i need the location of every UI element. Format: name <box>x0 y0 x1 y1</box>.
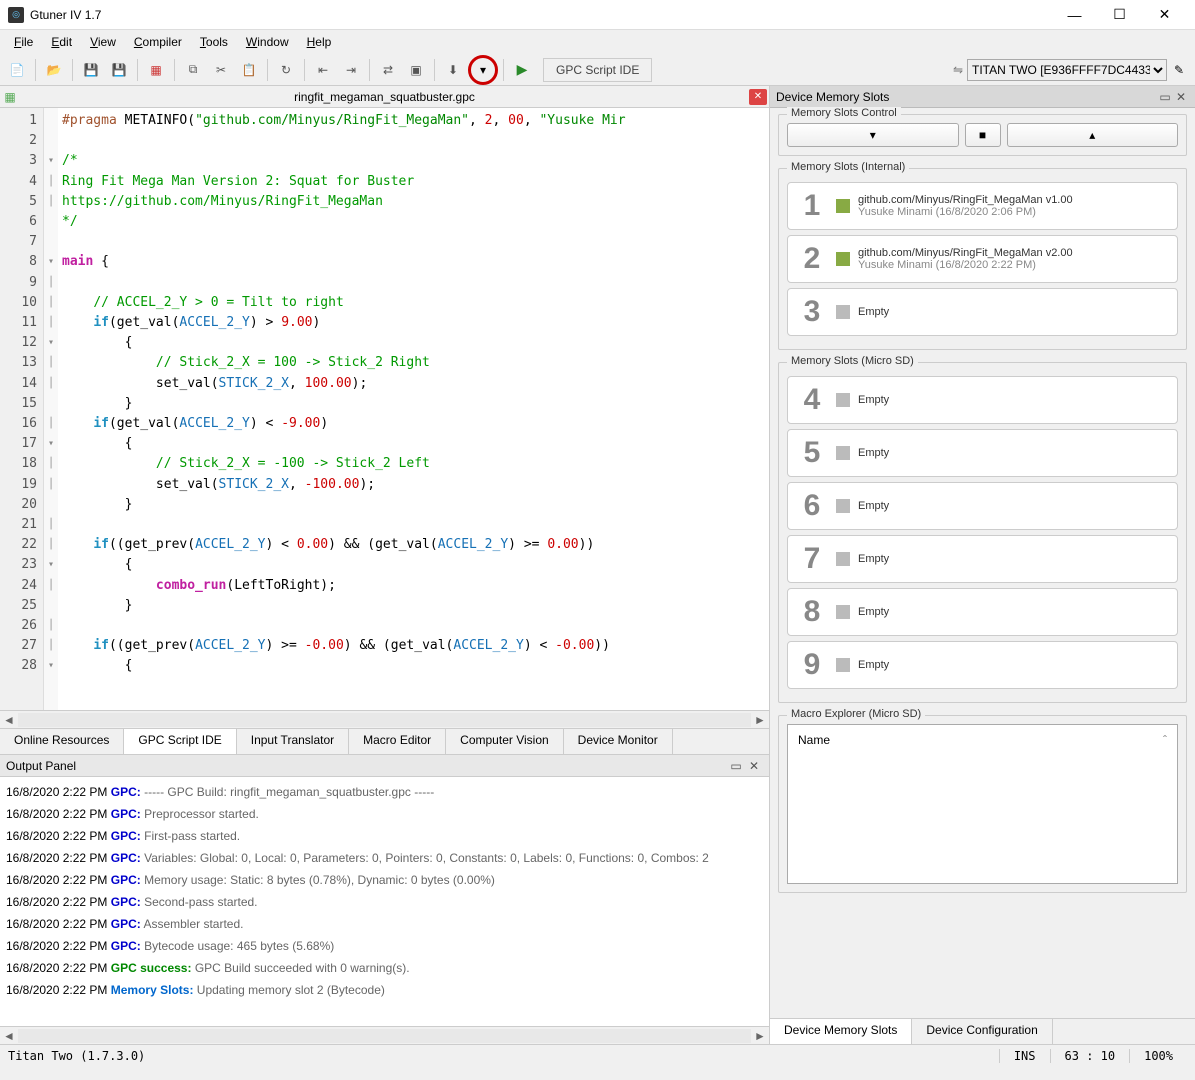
right-panel-title: Device Memory Slots <box>776 90 889 104</box>
output-panel-header: Output Panel ▭ ✕ <box>0 754 769 776</box>
right-panel-header: Device Memory Slots ▭ ✕ <box>770 86 1195 108</box>
chip-icon <box>836 658 850 672</box>
panel-close-icon[interactable]: ✕ <box>1173 90 1189 104</box>
panel-float-icon[interactable]: ▭ <box>1157 90 1173 104</box>
macro-name-column[interactable]: Name <box>798 733 830 747</box>
tab-device monitor[interactable]: Device Monitor <box>564 729 673 754</box>
outdent-icon[interactable]: ⇤ <box>310 57 336 83</box>
statusbar: Titan Two (1.7.3.0) INS 63 : 10 100% <box>0 1044 1195 1066</box>
menubar: File Edit View Compiler Tools Window Hel… <box>0 30 1195 54</box>
tab-computer vision[interactable]: Computer Vision <box>446 729 564 754</box>
status-cursor-pos: 63 : 10 <box>1050 1049 1130 1063</box>
cut-icon[interactable]: ✂ <box>208 57 234 83</box>
close-button[interactable]: ✕ <box>1142 1 1187 29</box>
slot-next-button[interactable]: ▴ <box>1007 123 1179 147</box>
memory-slot-5[interactable]: 5 Empty <box>787 429 1178 477</box>
memory-slot-4[interactable]: 4 Empty <box>787 376 1178 424</box>
scroll-right-icon[interactable]: ► <box>751 713 769 727</box>
install-to-device-button[interactable]: ▾ <box>468 55 498 85</box>
save-all-icon[interactable]: 💾 <box>106 57 132 83</box>
device-edit-icon[interactable]: ✎ <box>1167 58 1191 82</box>
new-file-icon[interactable]: 📄 <box>4 57 30 83</box>
memory-slot-1[interactable]: 1 github.com/Minyus/RingFit_MegaMan v1.0… <box>787 182 1178 230</box>
menu-file[interactable]: File <box>6 33 41 51</box>
chip-icon <box>836 605 850 619</box>
block-icon[interactable]: ▣ <box>403 57 429 83</box>
output-float-icon[interactable]: ▭ <box>727 759 745 773</box>
output-hscroll[interactable]: ◄► <box>0 1026 769 1044</box>
memory-slot-6[interactable]: 6 Empty <box>787 482 1178 530</box>
macro-list[interactable]: Name ˆ <box>787 724 1178 884</box>
rtab-device memory slots[interactable]: Device Memory Slots <box>770 1019 912 1044</box>
window-title: Gtuner IV 1.7 <box>30 8 1052 22</box>
tab-online resources[interactable]: Online Resources <box>0 729 124 754</box>
editor-filename: ringfit_megaman_squatbuster.gpc <box>20 90 749 104</box>
device-select[interactable]: TITAN TWO [E936FFFF7DC443355 <box>967 59 1167 81</box>
sort-icon[interactable]: ˆ <box>1163 733 1167 747</box>
right-tabs: Device Memory SlotsDevice Configuration <box>770 1018 1195 1044</box>
fold-column[interactable]: ▾││ ▾│││▾││ │▾││ ││▾│ ││▾ <box>44 108 58 710</box>
tab-input translator[interactable]: Input Translator <box>237 729 349 754</box>
app-icon: ◎ <box>8 7 24 23</box>
run-button[interactable]: ▶ <box>509 57 535 83</box>
memory-slot-8[interactable]: 8 Empty <box>787 588 1178 636</box>
menu-edit[interactable]: Edit <box>43 33 80 51</box>
editor-tab: ▦ ringfit_megaman_squatbuster.gpc ✕ <box>0 86 769 108</box>
code-editor[interactable]: 1234567891011121314151617181920212223242… <box>0 108 769 710</box>
tab-macro editor[interactable]: Macro Editor <box>349 729 446 754</box>
paste-icon[interactable]: 📋 <box>236 57 262 83</box>
code-area[interactable]: #pragma METAINFO("github.com/Minyus/Ring… <box>58 108 769 710</box>
save-icon[interactable]: 💾 <box>78 57 104 83</box>
memory-slots-internal: Memory Slots (Internal) 1 github.com/Min… <box>778 168 1187 350</box>
redo-icon[interactable]: ↻ <box>273 57 299 83</box>
slot-prev-button[interactable]: ▾ <box>787 123 959 147</box>
memory-slot-9[interactable]: 9 Empty <box>787 641 1178 689</box>
line-number-gutter: 1234567891011121314151617181920212223242… <box>0 108 44 710</box>
menu-window[interactable]: Window <box>238 33 297 51</box>
rtab-device configuration[interactable]: Device Configuration <box>912 1019 1052 1044</box>
chip-icon <box>836 199 850 213</box>
chip-icon <box>836 499 850 513</box>
menu-view[interactable]: View <box>82 33 124 51</box>
pdf-icon[interactable]: ▦ <box>143 57 169 83</box>
status-zoom: 100% <box>1129 1049 1187 1063</box>
toolbar: 📄 📂 💾 💾 ▦ ⧉ ✂ 📋 ↻ ⇤ ⇥ ⇄ ▣ ⬇ ▾ ▶ GPC Scri… <box>0 54 1195 86</box>
slot-stop-button[interactable]: ■ <box>965 123 1001 147</box>
menu-tools[interactable]: Tools <box>192 33 236 51</box>
tab-close-button[interactable]: ✕ <box>749 89 767 105</box>
memory-slot-7[interactable]: 7 Empty <box>787 535 1178 583</box>
copy-icon[interactable]: ⧉ <box>180 57 206 83</box>
tab-gpc script ide[interactable]: GPC Script IDE <box>124 729 236 755</box>
menu-compiler[interactable]: Compiler <box>126 33 190 51</box>
open-icon[interactable]: 📂 <box>41 57 67 83</box>
memory-slots-control: Memory Slots Control ▾ ■ ▴ <box>778 114 1187 156</box>
status-device: Titan Two (1.7.3.0) <box>8 1049 145 1063</box>
editor-hscroll[interactable]: ◄ ► <box>0 710 769 728</box>
scroll-left-icon[interactable]: ◄ <box>0 713 18 727</box>
toggle-icon[interactable]: ⇄ <box>375 57 401 83</box>
output-panel-title: Output Panel <box>6 759 76 773</box>
chip-icon <box>836 252 850 266</box>
chip-icon <box>836 305 850 319</box>
titlebar: ◎ Gtuner IV 1.7 — ☐ ✕ <box>0 0 1195 30</box>
maximize-button[interactable]: ☐ <box>1097 1 1142 29</box>
output-close-icon[interactable]: ✕ <box>745 759 763 773</box>
download-icon[interactable]: ⬇ <box>440 57 466 83</box>
menu-help[interactable]: Help <box>299 33 340 51</box>
output-panel[interactable]: 16/8/2020 2:22 PM GPC: ----- GPC Build: … <box>0 776 769 1026</box>
bottom-tabs: Online ResourcesGPC Script IDEInput Tran… <box>0 728 769 754</box>
macro-explorer: Macro Explorer (Micro SD) Nameˆ <box>778 715 1187 893</box>
status-insert-mode: INS <box>999 1049 1050 1063</box>
chip-icon <box>836 393 850 407</box>
chip-icon <box>836 552 850 566</box>
usb-icon: ⇋ <box>949 63 967 77</box>
memory-slot-3[interactable]: 3 Empty <box>787 288 1178 336</box>
file-type-icon: ▦ <box>0 90 20 104</box>
minimize-button[interactable]: — <box>1052 1 1097 29</box>
chip-icon <box>836 446 850 460</box>
indent-icon[interactable]: ⇥ <box>338 57 364 83</box>
memory-slots-sd: Memory Slots (Micro SD) 4 Empty 5 Empty … <box>778 362 1187 703</box>
ide-mode-label[interactable]: GPC Script IDE <box>543 58 652 82</box>
memory-slot-2[interactable]: 2 github.com/Minyus/RingFit_MegaMan v2.0… <box>787 235 1178 283</box>
